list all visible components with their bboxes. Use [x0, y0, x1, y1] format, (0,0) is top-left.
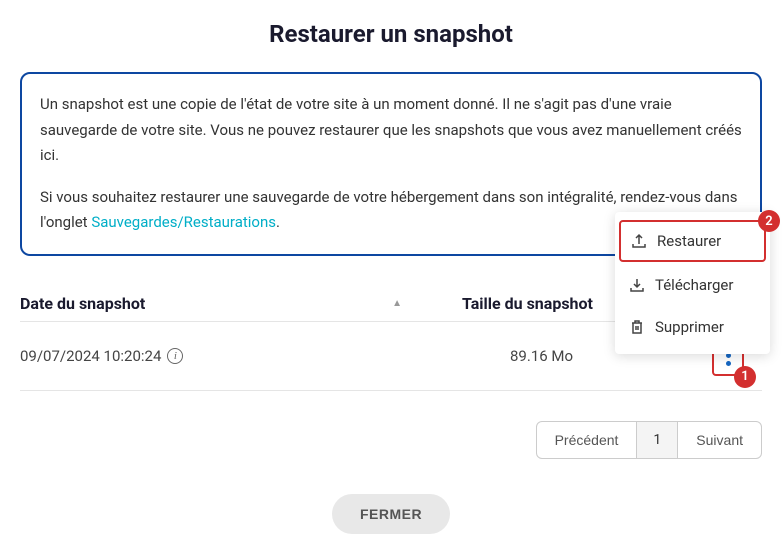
- menu-item-restore-label: Restaurer: [657, 232, 721, 250]
- restore-icon: [631, 233, 647, 249]
- close-button[interactable]: FERMER: [332, 494, 450, 534]
- menu-item-restore[interactable]: Restaurer 2: [619, 220, 766, 262]
- next-page-button[interactable]: Suivant: [677, 421, 762, 459]
- annotation-badge-1: 1: [734, 366, 756, 388]
- current-page: 1: [637, 421, 677, 459]
- menu-item-download[interactable]: Télécharger: [615, 264, 770, 306]
- page-title: Restaurer un snapshot: [20, 20, 762, 48]
- annotation-badge-2: 2: [758, 210, 780, 232]
- download-icon: [629, 277, 645, 293]
- trash-icon: [629, 319, 645, 335]
- info-icon[interactable]: i: [167, 348, 183, 364]
- actions-dropdown: Restaurer 2 Télécharger Supprimer: [615, 212, 770, 354]
- info-paragraph-1: Un snapshot est une copie de l'état de v…: [40, 92, 742, 169]
- prev-page-button[interactable]: Précédent: [536, 421, 638, 459]
- column-header-date[interactable]: Date du snapshot: [20, 294, 145, 313]
- backups-link[interactable]: Sauvegardes/Restaurations: [91, 213, 276, 231]
- pagination: Précédent 1 Suivant: [20, 421, 762, 459]
- sort-indicator-icon[interactable]: ▲: [392, 298, 402, 309]
- cell-date: 09/07/2024 10:20:24: [20, 347, 161, 365]
- menu-item-delete[interactable]: Supprimer: [615, 306, 770, 348]
- info-text-suffix: .: [276, 213, 280, 231]
- menu-item-download-label: Télécharger: [655, 276, 733, 294]
- menu-item-delete-label: Supprimer: [655, 318, 724, 336]
